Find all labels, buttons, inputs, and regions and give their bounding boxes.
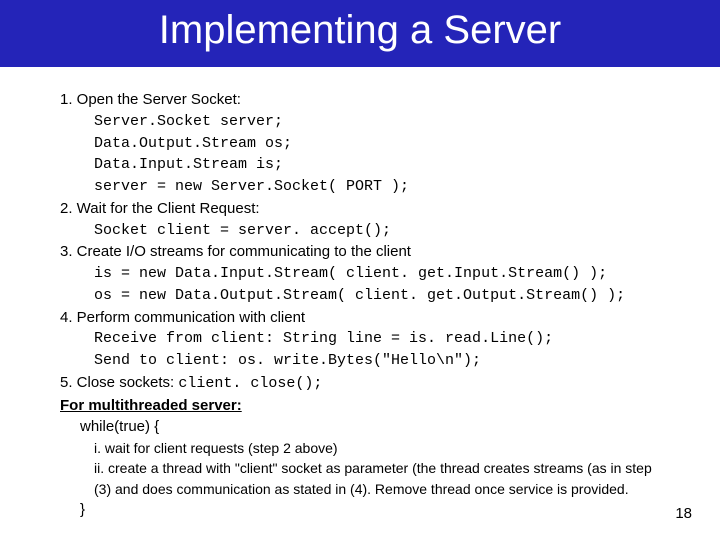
step-4-label: 4. Perform communication with client	[60, 307, 660, 329]
multithreaded-heading: For multithreaded server:	[60, 395, 660, 417]
slide-body: 1. Open the Server Socket: Server.Socket…	[0, 67, 720, 521]
substep-ii: ii. create a thread with "client" socket…	[94, 458, 660, 499]
step-5-label: 5. Close sockets:	[60, 374, 178, 391]
step-4-code: Receive from client: String line = is. r…	[94, 328, 660, 372]
step-1-label: 1. Open the Server Socket:	[60, 89, 660, 111]
step-1-code: Server.Socket server; Data.Output.Stream…	[94, 111, 660, 198]
slide-title: Implementing a Server	[0, 8, 720, 53]
substep-i: i. wait for client requests (step 2 abov…	[94, 438, 660, 458]
step-3-label: 3. Create I/O streams for communicating …	[60, 241, 660, 263]
step-2-label: 2. Wait for the Client Request:	[60, 198, 660, 220]
while-open: while(true) {	[80, 416, 660, 438]
title-band: Implementing a Server	[0, 0, 720, 67]
page-number: 18	[675, 505, 692, 522]
step-5-code: client. close();	[178, 375, 322, 392]
step-2-code: Socket client = server. accept();	[94, 220, 660, 242]
step-3-code: is = new Data.Input.Stream( client. get.…	[94, 263, 660, 307]
slide: Implementing a Server 1. Open the Server…	[0, 0, 720, 540]
step-5-line: 5. Close sockets: client. close();	[60, 372, 660, 395]
while-close: }	[80, 499, 660, 521]
